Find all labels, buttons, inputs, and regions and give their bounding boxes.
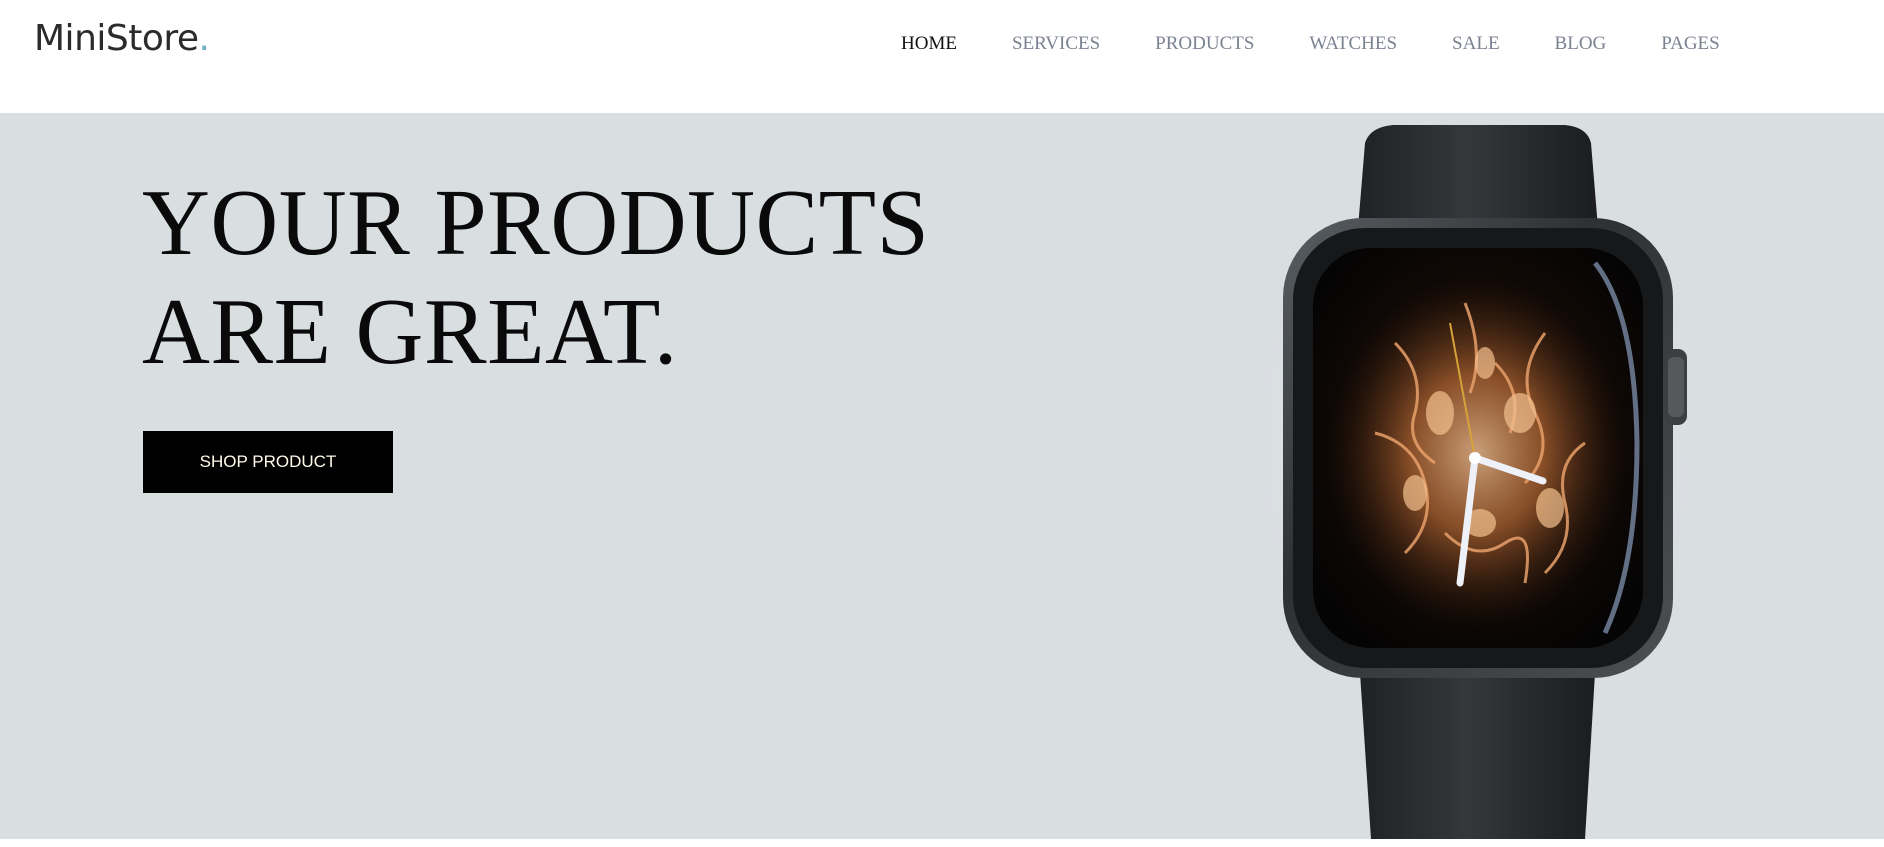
- logo-text: MiniStore: [34, 18, 199, 59]
- nav-item-products[interactable]: PRODUCTS: [1155, 33, 1254, 55]
- site-logo[interactable]: MiniStore.: [34, 18, 210, 59]
- nav-item-watches[interactable]: WATCHES: [1309, 33, 1397, 55]
- hero-banner: YOUR PRODUCTS ARE GREAT. SHOP PRODUCT: [0, 113, 1884, 839]
- site-header: MiniStore. HOME SERVICES PRODUCTS WATCHE…: [0, 0, 1884, 113]
- nav-item-pages[interactable]: PAGES: [1661, 33, 1719, 55]
- page-divider: [0, 839, 1884, 847]
- nav-item-blog[interactable]: BLOG: [1555, 33, 1607, 55]
- hero-headline: YOUR PRODUCTS ARE GREAT.: [142, 169, 929, 387]
- nav-item-sale[interactable]: SALE: [1452, 33, 1500, 55]
- shop-product-button[interactable]: SHOP PRODUCT: [143, 431, 393, 493]
- main-nav: HOME SERVICES PRODUCTS WATCHES SALE BLOG…: [901, 32, 1720, 56]
- hero-headline-line-2: ARE GREAT.: [142, 280, 678, 384]
- hero-headline-line-1: YOUR PRODUCTS: [142, 171, 930, 275]
- nav-item-services[interactable]: SERVICES: [1012, 33, 1100, 55]
- smartwatch-image: [1265, 125, 1710, 839]
- nav-item-home[interactable]: HOME: [901, 33, 957, 55]
- logo-dot: .: [198, 18, 210, 59]
